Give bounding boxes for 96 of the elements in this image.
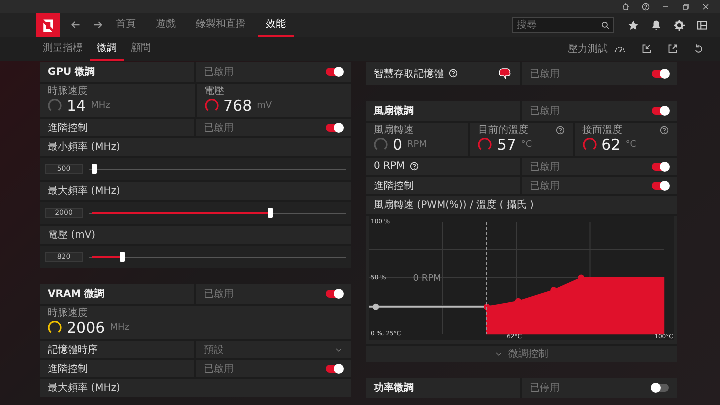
- setting-label: 最大頻率 (MHz): [48, 184, 120, 198]
- arrow-right-icon: [92, 19, 104, 31]
- status-text: 已啟用: [530, 160, 560, 174]
- metric-value: 0: [393, 137, 403, 153]
- bell-icon: [651, 20, 662, 30]
- panel-title: 功率微調: [374, 381, 414, 395]
- timing-dropdown[interactable]: 預設: [196, 341, 351, 358]
- row-label: 記憶體時序: [48, 344, 98, 356]
- toggle-switch[interactable]: [652, 70, 669, 78]
- toggle-switch[interactable]: [652, 182, 669, 190]
- metric-unit: °C: [521, 140, 532, 150]
- setting-label: 最大頻率 (MHz): [48, 382, 120, 395]
- help-icon[interactable]: [660, 126, 669, 135]
- chevron-down-icon: [494, 350, 502, 358]
- nav-tab[interactable]: 遊戲: [148, 13, 184, 37]
- metric-value: 768: [224, 98, 252, 114]
- panel-title: 風扇微調: [374, 104, 414, 118]
- metric-unit: MHz: [91, 101, 110, 111]
- toggle-switch[interactable]: [326, 124, 343, 132]
- layout-icon: [697, 20, 708, 30]
- row-label: 進階控制: [48, 362, 88, 376]
- metric-label: 電壓: [204, 86, 224, 97]
- help-icon: [642, 2, 650, 10]
- row-label: 進階控制: [48, 122, 88, 134]
- toggle-switch[interactable]: [652, 162, 669, 170]
- metric-label: 時脈速度: [48, 86, 88, 97]
- notifications-button[interactable]: [651, 20, 662, 30]
- metric-value: 62: [602, 137, 621, 153]
- search-icon: [601, 21, 610, 30]
- bug-report-icon: [622, 2, 630, 10]
- status-text: 已啟用: [204, 362, 234, 376]
- toggle-switch[interactable]: [652, 107, 669, 115]
- panel-title: VRAM 微調: [48, 287, 105, 301]
- setting-label: 風扇轉速 (PWM(%)) / 溫度 ( 攝氏 ): [374, 198, 534, 212]
- status-text: 已啟用: [204, 122, 234, 134]
- metric-label: 風扇轉速: [374, 125, 414, 136]
- star-icon: [628, 20, 639, 30]
- status-text: 已停用: [530, 382, 560, 395]
- metric-unit: °C: [626, 140, 637, 150]
- sub-tab[interactable]: 測量指標: [36, 37, 90, 61]
- reset-icon: [694, 44, 704, 54]
- toggle-switch[interactable]: [652, 384, 669, 392]
- sub-tab[interactable]: 顧問: [124, 37, 158, 61]
- stress-test-label: 壓力測試: [568, 42, 608, 56]
- metric-label: 接面溫度: [582, 125, 623, 136]
- zero-rpm-handle-drawing[interactable]: [369, 304, 484, 310]
- app-logo[interactable]: [36, 13, 60, 37]
- expand-button[interactable]: 微調控制: [494, 347, 548, 361]
- toggle-switch[interactable]: [326, 364, 343, 372]
- curve-point[interactable]: [578, 274, 585, 282]
- import-button[interactable]: [642, 44, 652, 54]
- curve-point[interactable]: [550, 287, 558, 294]
- layout-button[interactable]: [697, 20, 708, 30]
- toggle-switch[interactable]: [326, 68, 343, 76]
- metric-label: 目前的溫度: [478, 125, 528, 136]
- reset-button[interactable]: [694, 44, 704, 54]
- metric-value: 57: [497, 137, 516, 153]
- row-label: 0 RPM: [374, 161, 406, 172]
- slider-thumb[interactable]: [120, 252, 125, 262]
- settings-icon: [674, 20, 685, 30]
- close-icon: [702, 2, 710, 10]
- export-icon: [668, 44, 678, 54]
- setting-label: 最小頻率 (MHz): [48, 140, 120, 154]
- slider-thumb[interactable]: [92, 164, 97, 174]
- arrow-left-icon: [70, 19, 82, 31]
- import-icon: [642, 44, 652, 54]
- zero-rpm-label: 0 RPM: [413, 274, 442, 284]
- slider-thumb[interactable]: [268, 208, 273, 218]
- back-button[interactable]: [70, 19, 82, 31]
- metric-label: 時脈速度: [48, 308, 88, 319]
- forward-button[interactable]: [92, 19, 104, 31]
- status-text: 已啟用: [204, 288, 234, 301]
- feature-label: 智慧存取記憶體: [374, 68, 444, 80]
- toggle-switch[interactable]: [326, 290, 343, 298]
- nav-tab[interactable]: 首頁: [108, 13, 144, 37]
- settings-button[interactable]: [674, 20, 685, 30]
- chevron-down-icon: [335, 346, 343, 354]
- metric-unit: mV: [257, 101, 272, 111]
- metric-unit: RPM: [408, 140, 427, 150]
- metric-unit: MHz: [110, 323, 130, 333]
- nav-tab[interactable]: 錄製和直播: [188, 13, 254, 37]
- status-text: 已啟用: [530, 105, 560, 118]
- metric-value: 2006: [67, 320, 106, 336]
- panel-title: GPU 微調: [48, 65, 96, 79]
- row-label: 進階控制: [374, 180, 414, 192]
- export-button[interactable]: [668, 44, 678, 54]
- metric-value: 14: [67, 98, 86, 114]
- status-text: 已啟用: [530, 180, 560, 192]
- status-text: 已啟用: [530, 68, 560, 80]
- search-field[interactable]: 搜尋: [512, 17, 614, 33]
- restore-icon: [682, 2, 690, 10]
- help-icon[interactable]: [556, 126, 565, 135]
- status-text: 已啟用: [204, 66, 234, 79]
- setting-label: 電壓 (mV): [48, 229, 96, 242]
- favorites-button[interactable]: [628, 20, 639, 30]
- curve-point[interactable]: [484, 304, 490, 310]
